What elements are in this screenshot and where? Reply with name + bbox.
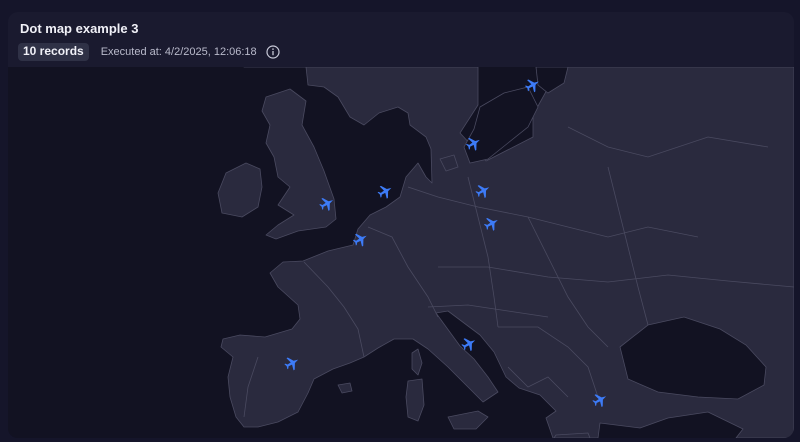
executed-at-text: Executed at: 4/2/2025, 12:06:18	[100, 46, 257, 58]
records-badge: 10 records	[18, 43, 89, 61]
dot-map-card: Dot map example 3 10 records Executed at…	[8, 12, 794, 438]
card-title: Dot map example 3	[20, 21, 139, 36]
info-icon[interactable]	[266, 45, 280, 59]
card-meta: 10 records Executed at: 4/2/2025, 12:06:…	[18, 43, 280, 61]
europe-map[interactable]	[8, 67, 794, 438]
map-canvas[interactable]	[8, 67, 794, 438]
